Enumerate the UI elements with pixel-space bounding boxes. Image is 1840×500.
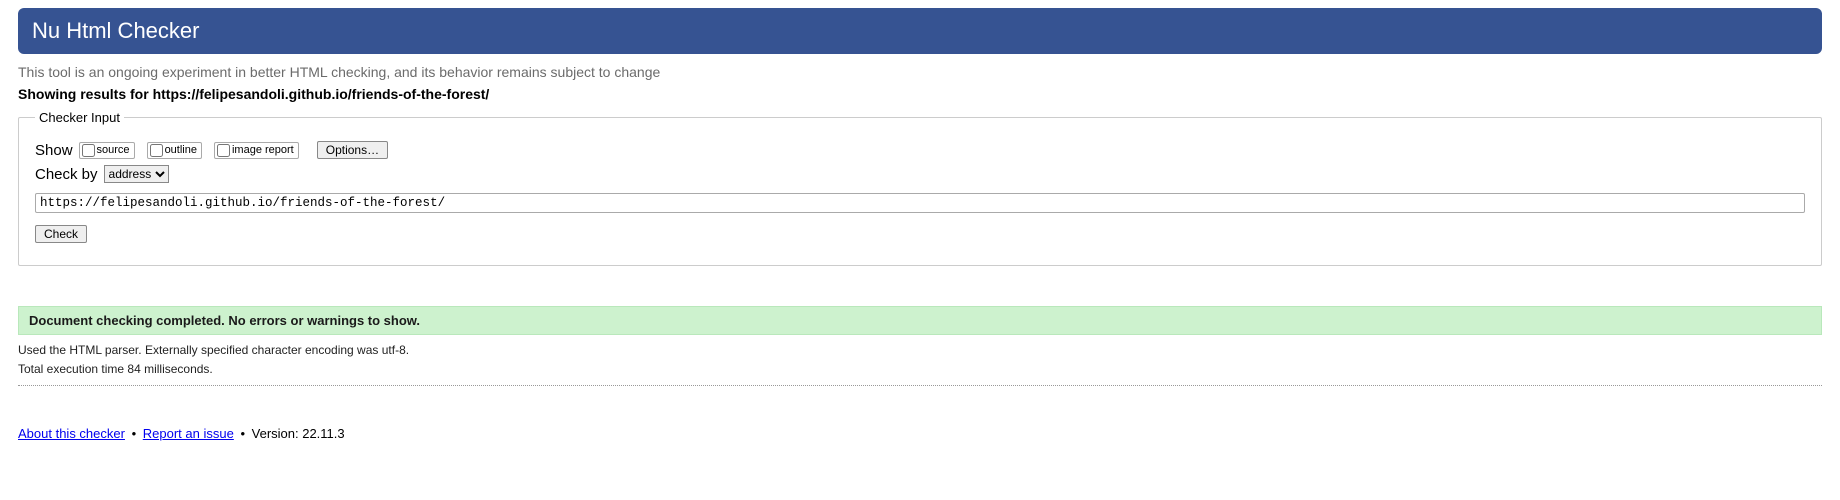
divider bbox=[18, 385, 1822, 386]
timing-info: Total execution time 84 milliseconds. bbox=[18, 360, 1822, 379]
details-block: Used the HTML parser. Externally specifi… bbox=[18, 341, 1822, 379]
check-by-select[interactable]: address bbox=[104, 165, 169, 183]
footer: About this checker • Report an issue • V… bbox=[18, 426, 1822, 441]
about-link[interactable]: About this checker bbox=[18, 426, 125, 441]
separator: • bbox=[132, 426, 137, 441]
results-heading: Showing results for https://felipesandol… bbox=[18, 86, 1822, 102]
checker-input-fieldset: Checker Input Show source outline image … bbox=[18, 110, 1822, 266]
page-header: Nu Html Checker bbox=[18, 8, 1822, 54]
image-report-checkbox-group[interactable]: image report bbox=[214, 142, 299, 159]
separator: • bbox=[240, 426, 245, 441]
image-report-checkbox[interactable] bbox=[217, 144, 230, 157]
version-label: Version: 22.11.3 bbox=[252, 426, 345, 441]
show-label: Show bbox=[35, 142, 73, 159]
success-message: Document checking completed. No errors o… bbox=[18, 306, 1822, 335]
image-report-checkbox-label: image report bbox=[232, 144, 294, 156]
parser-info: Used the HTML parser. Externally specifi… bbox=[18, 341, 1822, 360]
checker-input-legend: Checker Input bbox=[35, 110, 124, 125]
outline-checkbox[interactable] bbox=[150, 144, 163, 157]
source-checkbox-group[interactable]: source bbox=[79, 142, 135, 159]
url-input[interactable] bbox=[35, 193, 1805, 213]
source-checkbox[interactable] bbox=[82, 144, 95, 157]
source-checkbox-label: source bbox=[97, 144, 130, 156]
report-issue-link[interactable]: Report an issue bbox=[143, 426, 234, 441]
check-by-row: Check by address bbox=[35, 165, 1805, 183]
page-title: Nu Html Checker bbox=[32, 18, 199, 43]
check-button[interactable]: Check bbox=[35, 225, 87, 243]
check-by-label: Check by bbox=[35, 166, 98, 183]
check-row: Check bbox=[35, 225, 1805, 243]
outline-checkbox-group[interactable]: outline bbox=[147, 142, 202, 159]
outline-checkbox-label: outline bbox=[165, 144, 197, 156]
tagline: This tool is an ongoing experiment in be… bbox=[18, 64, 1822, 80]
show-row: Show source outline image report Options… bbox=[35, 141, 1805, 159]
options-button[interactable]: Options… bbox=[317, 141, 388, 159]
